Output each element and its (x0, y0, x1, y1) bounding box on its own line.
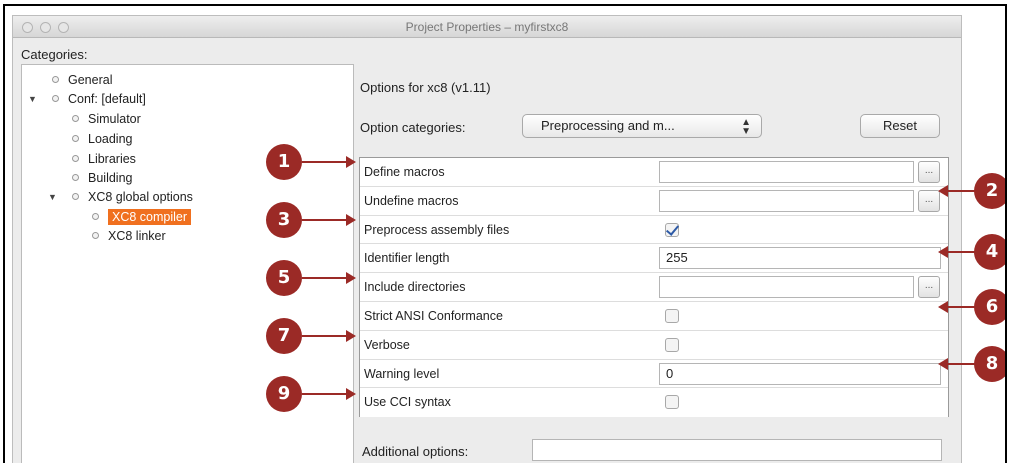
callout-badge: 4 (974, 234, 1005, 270)
option-row-strict-ansi: Strict ANSI Conformance (360, 302, 948, 331)
option-label: Preprocess assembly files (364, 222, 510, 237)
option-row-preprocess-assembly: Preprocess assembly files (360, 215, 948, 245)
browse-button[interactable]: ... (918, 276, 940, 299)
tree-item-label: XC8 global options (88, 190, 193, 204)
callout-arrow (302, 272, 356, 284)
tree-item-loading[interactable]: Loading (72, 130, 133, 148)
additional-options-input[interactable] (532, 439, 942, 461)
project-properties-dialog: Project Properties – myfirstxc8 Categori… (12, 15, 962, 463)
tree-item-label: Building (88, 171, 133, 185)
options-grid: Define macros ... Undefine macros ... Pr… (359, 157, 949, 418)
node-icon (52, 76, 59, 83)
expand-triangle-icon[interactable]: ▼ (28, 90, 37, 108)
include-directories-field[interactable] (659, 276, 914, 299)
browse-button[interactable]: ... (918, 161, 940, 183)
warning-level-field[interactable]: 0 (659, 362, 941, 385)
option-row-verbose: Verbose (360, 330, 948, 360)
categories-label: Categories: (21, 47, 88, 62)
option-label: Warning level (364, 366, 440, 381)
window-title: Project Properties – myfirstxc8 (405, 20, 569, 34)
callout-arrow (938, 358, 978, 370)
tree-item-xc8-linker[interactable]: XC8 linker (92, 227, 166, 245)
callout-badge: 3 (266, 202, 302, 238)
browse-button[interactable]: ... (918, 189, 940, 212)
callout-arrow (302, 214, 356, 226)
tree-item-label: XC8 linker (108, 229, 166, 243)
node-icon (52, 95, 59, 102)
tree-item-building[interactable]: Building (72, 169, 132, 187)
option-row-undefine-macros: Undefine macros ... (360, 186, 948, 216)
node-icon (92, 232, 99, 239)
node-icon (72, 115, 79, 122)
option-label: Strict ANSI Conformance (364, 309, 503, 323)
option-row-include-directories: Include directories ... (360, 273, 948, 302)
tree-item-label-selected: XC8 compiler (108, 209, 192, 225)
option-categories-select[interactable]: Preprocessing and m... ▲ ▼ (522, 114, 762, 138)
tree-item-label: Loading (88, 132, 133, 146)
callout-arrow (938, 246, 978, 258)
up-down-arrows-icon: ▲ ▼ (741, 117, 751, 137)
option-label: Define macros (364, 165, 445, 179)
option-categories-value: Preprocessing and m... (541, 118, 675, 133)
option-row-define-macros: Define macros ... (360, 158, 948, 187)
tree-item-libraries[interactable]: Libraries (72, 150, 136, 168)
additional-options-label: Additional options: (362, 444, 469, 459)
callout-arrow (938, 185, 978, 197)
title-bar: Project Properties – myfirstxc8 (13, 16, 961, 38)
tree-item-simulator[interactable]: Simulator (72, 110, 141, 128)
tree-item-xc8-compiler[interactable]: XC8 compiler (92, 208, 192, 226)
tree-item-label: General (68, 73, 113, 87)
undefine-macros-field[interactable] (659, 189, 914, 212)
node-icon (72, 135, 79, 142)
option-row-identifier-length: Identifier length 255 (360, 244, 948, 274)
option-label: Identifier length (364, 251, 450, 266)
callout-badge: 2 (974, 173, 1005, 209)
verbose-checkbox[interactable] (665, 337, 679, 352)
tree-item-xc8-global-options[interactable]: ▼ XC8 global options (48, 188, 193, 206)
callout-badge: 8 (974, 346, 1005, 382)
tree-item-label: Simulator (88, 112, 141, 126)
categories-tree: General ▼ Conf: [default] Simulator Load… (21, 64, 354, 463)
tree-item-conf-default[interactable]: ▼ Conf: [default] (28, 90, 146, 108)
reset-button[interactable]: Reset (860, 114, 940, 138)
callout-badge: 9 (266, 376, 302, 412)
tree-item-label: Libraries (88, 152, 136, 166)
option-label: Undefine macros (364, 193, 459, 208)
callout-arrow (302, 330, 356, 342)
node-icon (72, 155, 79, 162)
callout-badge: 1 (266, 144, 302, 180)
options-header: Options for xc8 (v1.11) (360, 80, 491, 95)
figure-frame: Project Properties – myfirstxc8 Categori… (3, 4, 1007, 463)
option-categories-label: Option categories: (360, 120, 466, 135)
expand-triangle-icon[interactable]: ▼ (48, 188, 57, 206)
node-icon (72, 174, 79, 181)
callout-badge: 7 (266, 318, 302, 354)
option-row-warning-level: Warning level 0 (360, 359, 948, 389)
use-cci-syntax-checkbox[interactable] (665, 395, 679, 410)
node-icon (92, 213, 99, 220)
callout-arrow (302, 388, 356, 400)
define-macros-field[interactable] (659, 161, 914, 183)
callout-badge: 6 (974, 289, 1005, 325)
node-icon (72, 193, 79, 200)
callout-arrow (938, 301, 978, 313)
callout-badge: 5 (266, 260, 302, 296)
option-row-use-cci-syntax: Use CCI syntax (360, 388, 948, 418)
option-label: Verbose (364, 337, 410, 352)
tree-item-label: Conf: [default] (68, 92, 146, 106)
option-label: Include directories (364, 280, 466, 295)
identifier-length-field[interactable]: 255 (659, 247, 941, 270)
option-label: Use CCI syntax (364, 395, 451, 410)
tree-item-general[interactable]: General (52, 71, 112, 89)
preprocess-assembly-checkbox[interactable] (665, 222, 679, 237)
callout-arrow (302, 156, 356, 168)
strict-ansi-checkbox[interactable] (665, 309, 679, 323)
